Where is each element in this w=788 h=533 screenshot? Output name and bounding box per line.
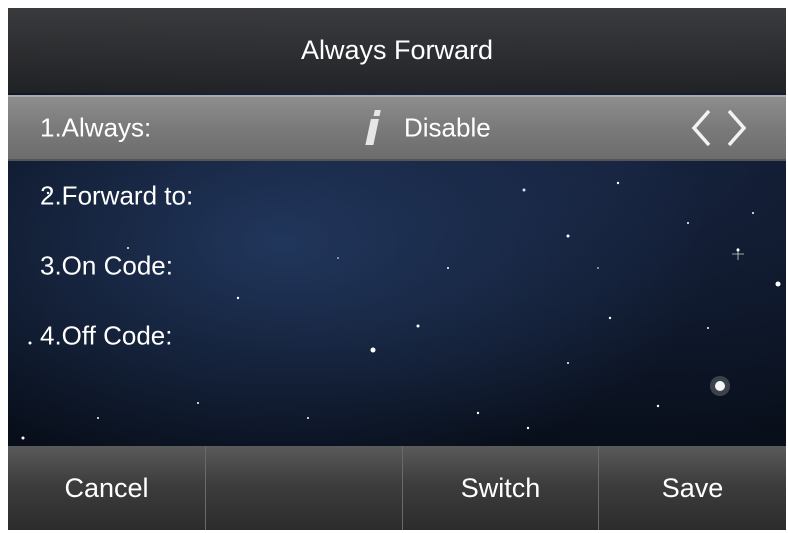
chevron-right-icon[interactable] [724, 108, 750, 148]
option-row-always[interactable]: 1.Always: Disable [8, 95, 786, 161]
page-title: Always Forward [8, 8, 786, 93]
switch-button[interactable]: Switch [402, 446, 598, 530]
softkey-bar: Cancel Switch Save [8, 446, 786, 530]
save-button[interactable]: Save [598, 446, 786, 530]
empty-softkey[interactable] [205, 446, 402, 530]
row-label: 3.On Code: [40, 250, 173, 281]
row-label: 4.Off Code: [40, 320, 173, 351]
row-label: 2.Forward to: [40, 180, 194, 211]
row-label: 1.Always: [40, 112, 152, 143]
option-row-forward-to[interactable]: 2.Forward to: [8, 163, 786, 229]
info-icon [365, 110, 381, 145]
option-row-off-code[interactable]: 4.Off Code: [8, 303, 786, 369]
chevron-left-icon[interactable] [688, 108, 714, 148]
phone-screen: Always Forward 1.Always: Disable 2.Forwa… [8, 8, 786, 530]
cancel-button[interactable]: Cancel [8, 446, 205, 530]
option-row-on-code[interactable]: 3.On Code: [8, 233, 786, 299]
row-value: Disable [404, 112, 491, 143]
